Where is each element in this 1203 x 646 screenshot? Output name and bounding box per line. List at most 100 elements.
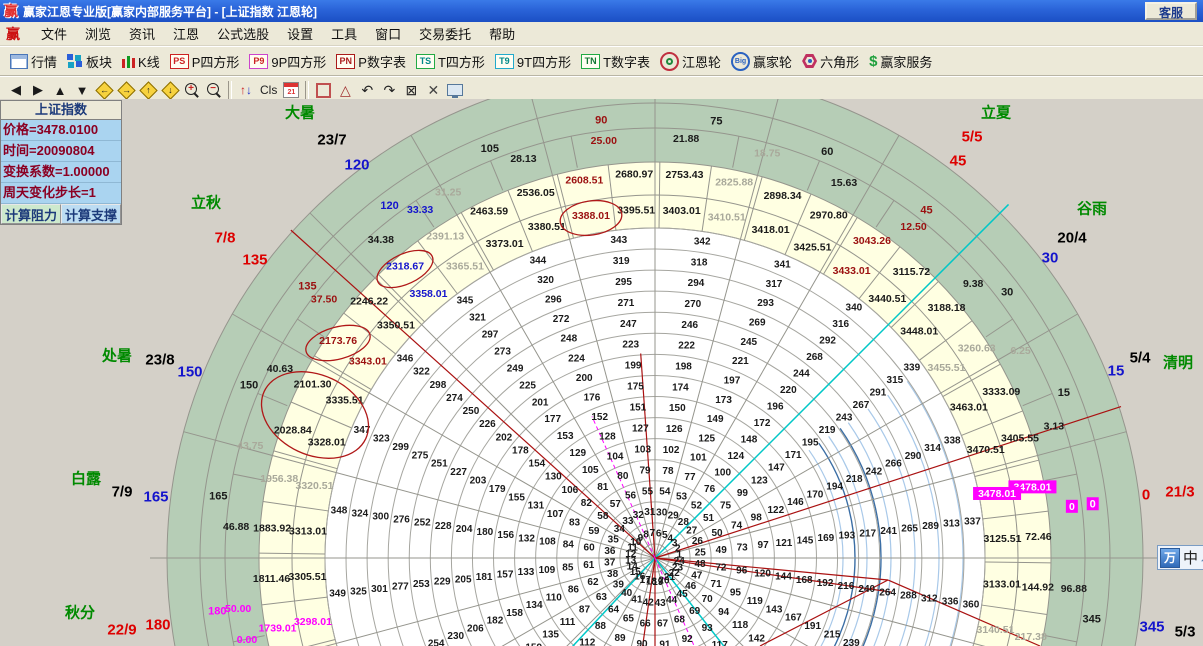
tool-triangle-tool[interactable]: △ — [337, 81, 353, 99]
svg-text:26: 26 — [692, 536, 704, 547]
toolbar-button-quotes[interactable]: 行情 — [6, 51, 61, 72]
svg-text:3140.51: 3140.51 — [977, 624, 1015, 636]
svg-text:172: 172 — [754, 418, 771, 429]
svg-text:66: 66 — [640, 618, 652, 629]
menu-item-文件[interactable]: 文件 — [32, 22, 76, 45]
svg-text:318: 318 — [691, 257, 708, 268]
wheel-label-22/9: 22/9 — [107, 622, 136, 639]
svg-text:2246.22: 2246.22 — [350, 296, 388, 308]
tool-rotate-cw[interactable]: ↷ — [381, 81, 397, 99]
menu-item-浏览[interactable]: 浏览 — [76, 22, 120, 45]
tool-square-tool[interactable] — [315, 81, 331, 99]
field-coefficient[interactable]: 变换系数=1.00000 — [1, 162, 121, 183]
svg-text:343: 343 — [610, 235, 627, 246]
svg-text:106: 106 — [562, 485, 579, 496]
svg-text:90: 90 — [595, 114, 607, 126]
tool-pan-down[interactable]: ↓ — [162, 81, 178, 99]
tool-nav-right[interactable]: ▶ — [30, 81, 46, 99]
toolbar-button-kline[interactable]: K线 — [118, 51, 164, 72]
svg-text:224: 224 — [568, 353, 585, 364]
ime-input-method-icon[interactable]: 万 — [1160, 548, 1180, 568]
toolbar-button-9t-square[interactable]: T99T四方形 — [491, 51, 575, 72]
toolbar-button-p-square[interactable]: PSP四方形 — [166, 51, 244, 72]
ime-mode-indicator[interactable]: 中 — [1183, 547, 1198, 568]
tool-nav-left[interactable]: ◀ — [8, 81, 24, 99]
tool-fit-view[interactable]: ✕ — [425, 81, 441, 99]
svg-text:300: 300 — [372, 512, 389, 523]
tool-nav-up[interactable]: ▲ — [52, 81, 68, 99]
menu-item-设置[interactable]: 设置 — [278, 22, 322, 45]
toolbar-separator — [305, 81, 309, 99]
tool-pan-up[interactable]: ↑ — [140, 81, 156, 99]
svg-text:204: 204 — [456, 524, 473, 535]
svg-text:78: 78 — [662, 466, 674, 477]
field-time[interactable]: 时间=20090804 — [1, 141, 121, 162]
svg-text:7: 7 — [649, 528, 655, 539]
svg-text:3335.51: 3335.51 — [326, 395, 364, 407]
svg-text:3433.01: 3433.01 — [833, 265, 871, 277]
toolbar-label-sectors: 板块 — [86, 52, 112, 71]
svg-text:79: 79 — [640, 465, 652, 476]
svg-text:339: 339 — [903, 362, 920, 373]
tool-rotate-ccw[interactable]: ↶ — [359, 81, 375, 99]
wheel-label-135: 135 — [242, 252, 267, 269]
svg-text:36: 36 — [604, 546, 616, 557]
toolbar-button-gann-wheel[interactable]: 江恩轮 — [656, 51, 725, 72]
toolbar-label-quotes: 行情 — [31, 52, 57, 71]
wheel-label-5/4: 5/4 — [1130, 350, 1151, 367]
tool-cls[interactable]: Cls — [260, 81, 277, 99]
ime-toolbar[interactable]: 万 中 ◢ — [1157, 545, 1203, 570]
svg-text:193: 193 — [838, 531, 855, 542]
menu-item-帮助[interactable]: 帮助 — [480, 22, 524, 45]
menu-item-资讯[interactable]: 资讯 — [120, 22, 164, 45]
svg-text:3478.01: 3478.01 — [978, 488, 1016, 500]
calc-support-button[interactable]: 计算支撑 — [61, 204, 121, 224]
tool-screen-tool[interactable] — [447, 81, 463, 99]
tool-updown-marker[interactable]: ↑↓ — [238, 81, 254, 99]
svg-text:342: 342 — [694, 237, 711, 248]
customer-service-button[interactable]: 客服 — [1145, 2, 1197, 20]
winner-wheel-icon: Big — [731, 52, 750, 71]
menu-item-公式选股[interactable]: 公式选股 — [208, 22, 278, 45]
toolbar-button-9p-square[interactable]: P99P四方形 — [245, 51, 330, 72]
svg-text:192: 192 — [817, 578, 834, 589]
tool-pan-right[interactable]: → — [118, 81, 134, 99]
svg-text:110: 110 — [546, 592, 563, 603]
svg-text:2753.43: 2753.43 — [665, 169, 703, 181]
toolbar-button-t-number-table[interactable]: TNT数字表 — [577, 51, 654, 72]
toolbar-button-hexagon[interactable]: 六角形 — [798, 51, 863, 72]
svg-text:3418.01: 3418.01 — [752, 224, 790, 236]
tool-box-select[interactable]: ⊠ — [403, 81, 419, 99]
tool-nav-down[interactable]: ▼ — [74, 81, 90, 99]
field-price[interactable]: 价格=3478.0100 — [1, 120, 121, 141]
field-step[interactable]: 周天变化步长=1 — [1, 183, 121, 204]
svg-text:123: 123 — [751, 475, 768, 486]
svg-text:97: 97 — [758, 540, 770, 551]
svg-text:2028.84: 2028.84 — [274, 424, 312, 436]
tool-pan-left[interactable]: ← — [96, 81, 112, 99]
menu-item-江恩[interactable]: 江恩 — [164, 22, 208, 45]
tool-zoom-in[interactable]: + — [184, 81, 200, 99]
gann-wheel-chart[interactable]: 0153045607590105120135150165180195210225… — [0, 99, 1203, 646]
toolbar-button-p-number-table[interactable]: PNP数字表 — [332, 51, 410, 72]
svg-text:170: 170 — [807, 489, 824, 500]
svg-text:50: 50 — [711, 528, 723, 539]
menu-item-窗口[interactable]: 窗口 — [366, 22, 410, 45]
svg-text:68: 68 — [674, 615, 686, 626]
menu-item-工具[interactable]: 工具 — [322, 22, 366, 45]
toolbar-button-sectors[interactable]: 板块 — [63, 51, 116, 72]
svg-text:135: 135 — [542, 630, 559, 641]
menu-item-交易委托[interactable]: 交易委托 — [410, 22, 480, 45]
calc-resistance-button[interactable]: 计算阻力 — [1, 204, 61, 224]
toolbar-button-t-square[interactable]: TST四方形 — [412, 51, 489, 72]
svg-text:3343.01: 3343.01 — [349, 355, 387, 367]
tool-zoom-out[interactable]: − — [206, 81, 222, 99]
tool-calendar[interactable]: 21 — [283, 81, 299, 99]
svg-text:3358.01: 3358.01 — [410, 288, 448, 300]
svg-text:133: 133 — [518, 567, 535, 578]
svg-text:2463.59: 2463.59 — [470, 206, 508, 218]
toolbar-button-winner-service[interactable]: $赢家服务 — [865, 51, 936, 72]
toolbar-button-winner-wheel[interactable]: Big赢家轮 — [727, 51, 796, 72]
wheel-label-立夏: 立夏 — [981, 102, 1011, 123]
svg-text:200: 200 — [576, 373, 593, 384]
